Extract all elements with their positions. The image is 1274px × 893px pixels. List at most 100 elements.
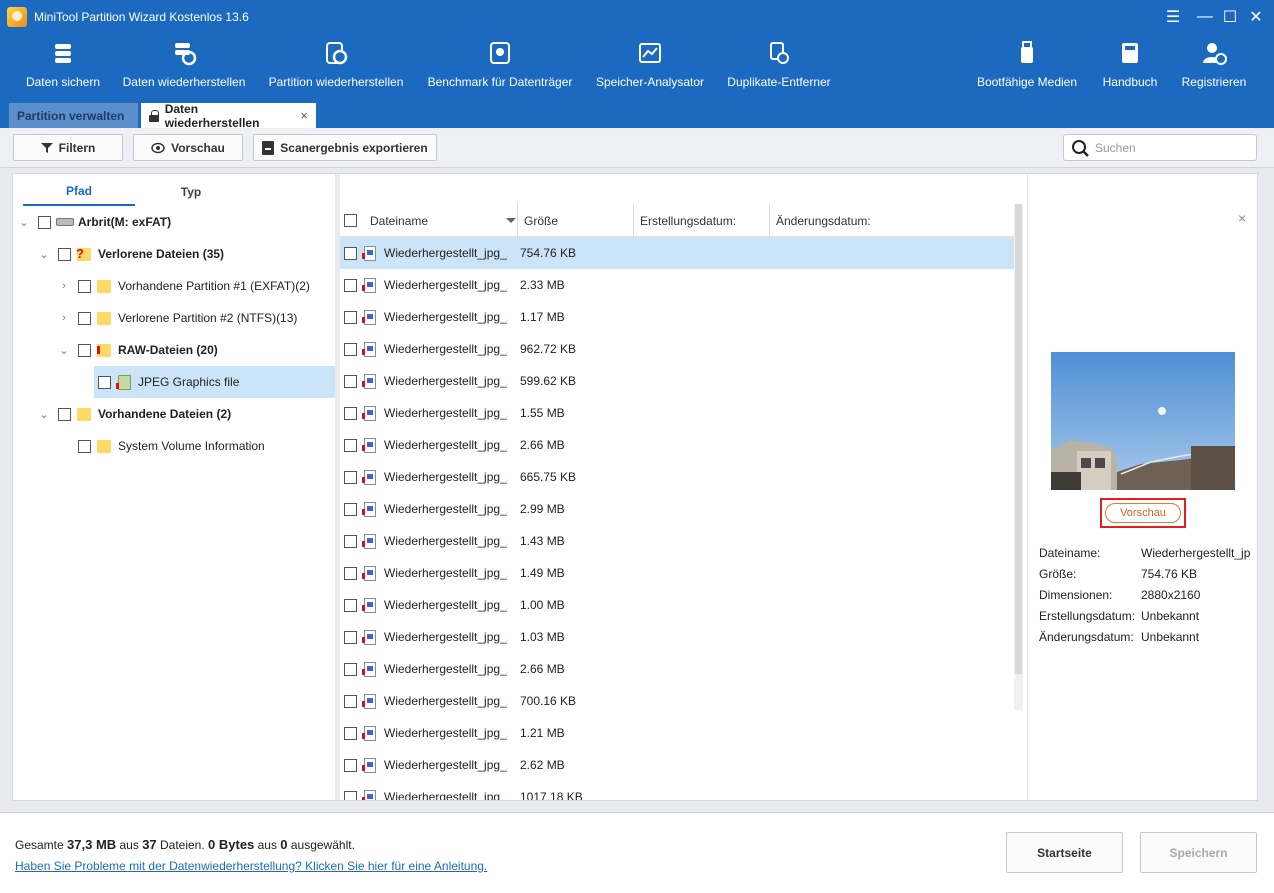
jpg-file-icon: [362, 501, 376, 517]
tree-checkbox[interactable]: [78, 279, 91, 293]
toolbar-data-recovery[interactable]: Daten wiederherstellen: [119, 33, 249, 100]
tree-node-existing-partition[interactable]: › Vorhandene Partition #1 (EXFAT)(2): [13, 270, 335, 302]
toolbar-bootable-media[interactable]: Bootfähige Medien: [972, 33, 1082, 100]
tree-checkbox[interactable]: [58, 407, 71, 421]
export-scan-button[interactable]: Scanergebnis exportieren: [253, 134, 437, 161]
table-row[interactable]: Wiederhergestellt_jpg_... 2.33 MB: [340, 269, 1014, 301]
select-all-checkbox[interactable]: [344, 214, 357, 227]
table-row[interactable]: Wiederhergestellt_jpg_... 1.17 MB: [340, 301, 1014, 333]
row-checkbox[interactable]: [344, 278, 357, 292]
row-checkbox[interactable]: [344, 694, 357, 708]
tree-checkbox[interactable]: [78, 439, 91, 453]
toolbar-register[interactable]: Registrieren: [1178, 33, 1250, 100]
save-button[interactable]: Speichern: [1140, 832, 1257, 873]
row-checkbox[interactable]: [344, 342, 357, 356]
tree-node-system-volume[interactable]: System Volume Information: [13, 430, 335, 462]
toolbar-data-backup[interactable]: Daten sichern: [18, 33, 108, 100]
search-box[interactable]: [1063, 134, 1257, 161]
chevron-down-icon[interactable]: ⌄: [58, 344, 70, 357]
table-row[interactable]: Wiederhergestellt_jpg_... 1.21 MB: [340, 717, 1014, 749]
row-checkbox[interactable]: [344, 662, 357, 676]
table-row[interactable]: Wiederhergestellt_jpg_... 2.66 MB: [340, 429, 1014, 461]
tab-partition-manage[interactable]: Partition verwalten: [9, 103, 138, 128]
row-checkbox[interactable]: [344, 598, 357, 612]
tab-type[interactable]: Typ: [135, 178, 247, 206]
column-created[interactable]: Erstellungsdatum:: [633, 204, 736, 237]
toolbar-space-analyzer[interactable]: Speicher-Analysator: [592, 33, 708, 100]
table-row[interactable]: Wiederhergestellt_jpg_... 2.66 MB: [340, 653, 1014, 685]
row-checkbox[interactable]: [344, 630, 357, 644]
column-filename[interactable]: Dateiname: [370, 204, 428, 237]
tree-checkbox[interactable]: [78, 311, 91, 325]
toolbar-disk-benchmark[interactable]: Benchmark für Datenträger: [424, 33, 576, 100]
column-modified[interactable]: Änderungsdatum:: [769, 204, 871, 237]
row-checkbox[interactable]: [344, 470, 357, 484]
row-checkbox[interactable]: [344, 438, 357, 452]
row-checkbox[interactable]: [344, 790, 357, 800]
toolbar-partition-recovery[interactable]: Partition wiederherstellen: [265, 33, 407, 100]
row-checkbox[interactable]: [344, 374, 357, 388]
table-row[interactable]: Wiederhergestellt_jpg_... 1.55 MB: [340, 397, 1014, 429]
info-label: Dateiname:: [1039, 546, 1101, 560]
tree-node-jpeg[interactable]: JPEG Graphics file: [94, 366, 335, 398]
tree-checkbox[interactable]: [38, 215, 51, 229]
table-row[interactable]: Wiederhergestellt_jpg_... 1017.18 KB: [340, 781, 1014, 800]
search-input[interactable]: [1095, 140, 1255, 155]
chevron-right-icon[interactable]: ›: [58, 312, 70, 324]
table-row[interactable]: Wiederhergestellt_jpg_... 700.16 KB: [340, 685, 1014, 717]
table-row[interactable]: Wiederhergestellt_jpg_... 1.00 MB: [340, 589, 1014, 621]
table-row[interactable]: Wiederhergestellt_jpg_... 1.49 MB: [340, 557, 1014, 589]
toolbar-duplicate-remover[interactable]: Duplikate-Entferner: [723, 33, 835, 100]
table-row[interactable]: Wiederhergestellt_jpg_... 754.76 KB: [340, 237, 1014, 269]
tree-node-drive[interactable]: ⌄ Arbrit(M: exFAT): [13, 206, 335, 238]
chevron-down-icon[interactable]: ⌄: [38, 408, 50, 421]
menu-icon[interactable]: ☰: [1157, 0, 1189, 33]
preview-button[interactable]: Vorschau: [133, 134, 243, 161]
preview-close-icon[interactable]: ×: [1238, 210, 1246, 226]
row-checkbox[interactable]: [344, 406, 357, 420]
table-row[interactable]: Wiederhergestellt_jpg_... 599.62 KB: [340, 365, 1014, 397]
sort-down-icon: [506, 218, 516, 223]
manual-book-icon: [1122, 43, 1138, 63]
table-row[interactable]: Wiederhergestellt_jpg_... 2.62 MB: [340, 749, 1014, 781]
tree-node-lost-partition[interactable]: › Verlorene Partition #2 (NTFS)(13): [13, 302, 335, 334]
tree-label: RAW-Dateien (20): [118, 343, 218, 357]
row-checkbox[interactable]: [344, 534, 357, 548]
tab-close-icon[interactable]: ×: [300, 108, 308, 123]
table-row[interactable]: Wiederhergestellt_jpg_... 962.72 KB: [340, 333, 1014, 365]
tree-node-raw-files[interactable]: ⌄ RAW-Dateien (20): [13, 334, 335, 366]
row-checkbox[interactable]: [344, 566, 357, 580]
row-checkbox[interactable]: [344, 246, 357, 260]
filter-button[interactable]: Filtern: [13, 134, 123, 161]
row-checkbox[interactable]: [344, 310, 357, 324]
tab-path[interactable]: Pfad: [23, 178, 135, 206]
tree-checkbox[interactable]: [98, 375, 111, 389]
tab-data-recovery[interactable]: Daten wiederherstellen ×: [141, 102, 316, 130]
chevron-down-icon[interactable]: ⌄: [18, 216, 30, 229]
help-link[interactable]: Haben Sie Probleme mit der Datenwiederhe…: [15, 859, 487, 873]
chevron-right-icon[interactable]: ›: [58, 280, 70, 292]
toolbar-manual[interactable]: Handbuch: [1098, 33, 1162, 100]
chevron-down-icon[interactable]: ⌄: [38, 248, 50, 261]
table-row[interactable]: Wiederhergestellt_jpg_... 665.75 KB: [340, 461, 1014, 493]
row-checkbox[interactable]: [344, 502, 357, 516]
column-size[interactable]: Größe: [517, 204, 558, 237]
file-list-scrollbar[interactable]: [1014, 204, 1023, 710]
scrollbar-thumb[interactable]: [1015, 204, 1022, 674]
table-row[interactable]: Wiederhergestellt_jpg_... 2.99 MB: [340, 493, 1014, 525]
table-row[interactable]: Wiederhergestellt_jpg_... 1.43 MB: [340, 525, 1014, 557]
space-analyzer-icon: [639, 43, 661, 63]
close-window-icon[interactable]: ✕: [1240, 0, 1272, 33]
data-recovery-icon: [175, 43, 197, 66]
row-checkbox[interactable]: [344, 726, 357, 740]
tree-node-existing-files[interactable]: ⌄ Vorhandene Dateien (2): [13, 398, 335, 430]
home-button[interactable]: Startseite: [1006, 832, 1123, 873]
table-row[interactable]: Wiederhergestellt_jpg_... 1.03 MB: [340, 621, 1014, 653]
tree-checkbox[interactable]: [58, 247, 71, 261]
tree-checkbox[interactable]: [78, 343, 91, 357]
tree-node-lost-files[interactable]: ⌄ Verlorene Dateien (35): [13, 238, 335, 270]
info-value: Wiederhergestellt_jp: [1141, 546, 1251, 560]
file-list-header: Dateiname Größe Erstellungsdatum: Änderu…: [340, 204, 1014, 237]
preview-image-button[interactable]: Vorschau: [1105, 503, 1181, 523]
row-checkbox[interactable]: [344, 758, 357, 772]
